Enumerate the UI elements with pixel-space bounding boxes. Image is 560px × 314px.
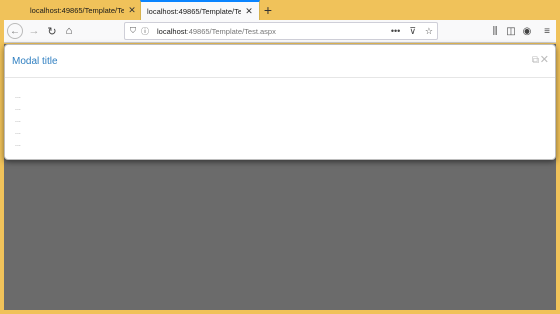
more-actions-icon[interactable]: ••• [391, 26, 400, 36]
modal-header: Modal title ⧉ ✕ [5, 45, 555, 78]
account-icon[interactable]: ◉ [520, 23, 534, 39]
new-tab-button[interactable]: + [260, 2, 276, 18]
pocket-icon[interactable]: ⊽ [409, 26, 416, 37]
tab-2-close-icon[interactable]: ✕ [244, 6, 254, 17]
tab-strip: localhost:49865/Template/Test.aspx ✕ loc… [4, 0, 556, 20]
close-icon[interactable]: ✕ [540, 53, 549, 66]
url-path: :49865/Template/Test.aspx [186, 26, 276, 36]
shield-icon[interactable]: ⛉ [130, 26, 136, 36]
tab-2-active[interactable]: localhost:49865/Template/Test.aspx ✕ [140, 0, 260, 20]
home-button[interactable]: ⌂ [61, 23, 77, 39]
modal-body-line: ... [15, 93, 21, 100]
tab-2-label: localhost:49865/Template/Test.aspx [147, 6, 241, 16]
modal-body-line: ... [15, 117, 21, 124]
modal-dialog: Modal title ⧉ ✕ ... ... ... ... ... [4, 44, 556, 160]
tab-1[interactable]: localhost:49865/Template/Test.aspx ✕ [24, 1, 140, 20]
sidebar-icon[interactable]: ◫ [504, 23, 518, 39]
page-content: Modal title ⧉ ✕ ... ... ... ... ... [4, 44, 556, 310]
modal-body-line: ... [15, 105, 21, 112]
modal-body-line: ... [15, 141, 21, 148]
address-bar[interactable]: ⛉ ⓘ localhost:49865/Template/Test.aspx •… [124, 22, 438, 40]
modal-body: ... ... ... ... ... [15, 91, 21, 151]
copy-icon[interactable]: ⧉ [532, 55, 539, 66]
modal-title: Modal title [12, 56, 58, 67]
library-icon[interactable]: ⫼ [488, 23, 502, 39]
bookmark-star-icon[interactable]: ☆ [425, 26, 433, 37]
menu-icon[interactable]: ≡ [540, 23, 554, 39]
forward-button[interactable]: → [26, 23, 42, 39]
url-host: localhost [157, 26, 187, 36]
info-icon[interactable]: ⓘ [141, 26, 149, 37]
reload-button[interactable]: ↻ [44, 23, 60, 39]
tab-1-label: localhost:49865/Template/Test.aspx [30, 6, 124, 15]
address-bar-actions: ••• ⊽ ☆ [391, 23, 433, 39]
tab-1-close-icon[interactable]: ✕ [127, 5, 137, 16]
modal-body-line: ... [15, 129, 21, 136]
browser-window: localhost:49865/Template/Test.aspx ✕ loc… [4, 0, 556, 314]
back-button[interactable]: ← [7, 23, 23, 39]
navigation-toolbar: ← → ↻ ⌂ ⛉ ⓘ localhost:49865/Template/Tes… [4, 20, 556, 43]
